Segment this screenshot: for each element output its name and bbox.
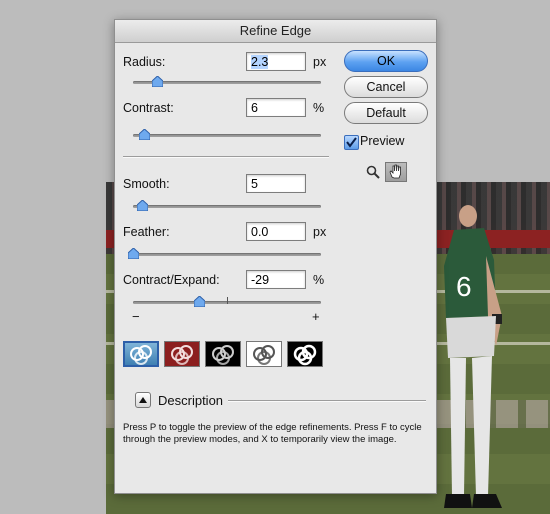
contrast-slider-track[interactable] — [133, 134, 321, 137]
on-black-mode-button[interactable] — [205, 341, 241, 367]
ok-button[interactable]: OK — [344, 50, 428, 72]
player-figure: 6 — [444, 205, 502, 508]
triangle-up-icon — [139, 397, 147, 403]
contract-expand-input[interactable]: -29 — [246, 270, 306, 289]
contrast-input[interactable]: 6 — [246, 98, 306, 117]
selection-rings-icon — [171, 345, 193, 365]
contract-expand-label: Contract/Expand: — [123, 273, 220, 287]
description-toggle-button[interactable] — [135, 392, 151, 408]
radius-input[interactable]: 2.3 — [246, 52, 306, 71]
mask-mode-button[interactable] — [287, 341, 323, 367]
feather-input[interactable]: 0.0 — [246, 222, 306, 241]
preview-checkbox[interactable] — [344, 135, 359, 150]
cancel-button[interactable]: Cancel — [344, 76, 428, 98]
quick-mask-mode-button[interactable] — [164, 341, 200, 367]
radius-unit: px — [313, 55, 327, 69]
description-text: Press P to toggle the preview of the edg… — [123, 422, 422, 445]
hand-tool-icon[interactable] — [385, 162, 407, 182]
feather-label: Feather: — [123, 225, 170, 239]
standard-mode-button[interactable] — [123, 341, 159, 367]
plus-label: + — [312, 309, 320, 324]
zoom-tool-icon[interactable] — [366, 165, 380, 184]
minus-label: − — [132, 309, 140, 324]
selection-rings-icon — [253, 345, 275, 365]
contract-expand-unit: % — [313, 273, 325, 287]
default-button[interactable]: Default — [344, 102, 428, 124]
on-white-mode-button[interactable] — [246, 341, 282, 367]
description-divider — [228, 400, 426, 402]
feather-slider-thumb[interactable] — [127, 248, 139, 259]
slider-center-tick — [227, 297, 228, 304]
contrast-slider-thumb[interactable] — [138, 129, 150, 140]
radius-label: Radius: — [123, 55, 166, 69]
description-label: Description — [158, 393, 224, 408]
smooth-slider-thumb[interactable] — [136, 200, 148, 211]
smooth-label: Smooth: — [123, 177, 170, 191]
selection-rings-icon — [130, 345, 152, 365]
contrast-label: Contrast: — [123, 101, 174, 115]
contrast-unit: % — [313, 101, 325, 115]
preview-label: Preview — [360, 134, 405, 148]
smooth-input[interactable]: 5 — [246, 174, 306, 193]
dialog-title: Refine Edge — [115, 20, 436, 43]
selection-rings-icon — [212, 345, 234, 365]
feather-unit: px — [313, 225, 327, 239]
smooth-slider-track[interactable] — [133, 205, 321, 208]
contract-expand-slider-thumb[interactable] — [194, 296, 206, 307]
feather-slider-track[interactable] — [133, 253, 321, 256]
section-divider — [123, 156, 329, 158]
radius-slider-thumb[interactable] — [151, 76, 163, 87]
svg-text:6: 6 — [456, 271, 472, 302]
refine-edge-dialog: Refine Edge Radius: 2.3 px Contrast: 6 %… — [114, 19, 437, 494]
checkmark-icon — [346, 137, 357, 148]
selection-rings-icon — [293, 344, 317, 366]
